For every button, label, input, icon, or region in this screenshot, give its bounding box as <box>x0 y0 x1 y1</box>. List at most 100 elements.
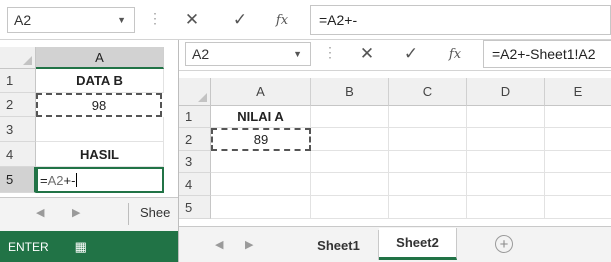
sheet-tab-sheet1[interactable]: Sheet1 <box>299 230 379 260</box>
column-header-a[interactable]: A <box>211 78 311 106</box>
front-cell-b2[interactable] <box>311 128 389 151</box>
front-formula-text: =A2+-Sheet1!A2 <box>492 46 596 62</box>
column-label: C <box>422 84 433 99</box>
front-cell-b1[interactable] <box>311 106 389 128</box>
back-formula-text: =A2+- <box>319 12 358 28</box>
enter-check-icon[interactable]: ✓ <box>397 42 425 66</box>
column-header-c[interactable]: C <box>389 78 467 106</box>
column-header-e[interactable]: E <box>545 78 611 106</box>
row-number: 2 <box>185 131 193 147</box>
front-cell-b3[interactable] <box>311 151 389 173</box>
scroll-tabs-left-icon[interactable]: ◀ <box>215 238 223 251</box>
row-number: 3 <box>6 121 14 137</box>
row-number: 1 <box>6 73 14 88</box>
front-cell-c3[interactable] <box>389 151 467 173</box>
row-header-5[interactable]: 5 <box>179 196 211 219</box>
front-cell-e1[interactable] <box>545 106 611 128</box>
sheet-tab-sheet2[interactable]: Sheet2 <box>379 228 457 260</box>
back-name-box-value: A2 <box>14 12 32 28</box>
text-caret <box>76 173 78 187</box>
row-number: 3 <box>185 154 193 169</box>
sheet-tab-label: Shee <box>140 205 171 220</box>
insert-function-icon[interactable]: fx <box>441 42 469 66</box>
select-all-corner[interactable] <box>179 78 211 106</box>
column-header-b[interactable]: B <box>311 78 389 106</box>
front-cell-a1[interactable]: NILAI A <box>211 106 311 128</box>
front-name-box[interactable]: A2 ▼ <box>185 42 311 66</box>
back-cell-a4[interactable]: HASIL <box>36 142 164 167</box>
front-cell-c2[interactable] <box>389 128 467 151</box>
back-formula-input[interactable]: =A2+- <box>310 5 611 35</box>
row-header-3[interactable]: 3 <box>179 151 211 173</box>
row-number: 5 <box>6 172 14 187</box>
scroll-tabs-right-icon[interactable]: ▶ <box>245 238 253 251</box>
row-header-3[interactable]: 3 <box>0 117 36 142</box>
cell-value: DATA B <box>76 73 123 88</box>
select-all-corner[interactable] <box>0 47 36 69</box>
back-cell-a1[interactable]: DATA B <box>36 69 164 93</box>
front-cell-c1[interactable] <box>389 106 467 128</box>
scroll-tabs-right-icon[interactable]: ▶ <box>72 206 80 219</box>
back-name-box[interactable]: A2 ▼ <box>7 7 135 33</box>
more-options-icon: ⋮ <box>148 10 162 26</box>
row-header-4[interactable]: 4 <box>179 173 211 196</box>
cell-reference: A2 <box>47 172 64 188</box>
sheet-tab-label: Sheet1 <box>317 237 360 253</box>
more-options-icon: ⋮ <box>323 44 337 60</box>
front-cell-a3[interactable] <box>211 151 311 173</box>
row-header-5[interactable]: 5 <box>0 167 36 193</box>
front-cell-e2[interactable] <box>545 128 611 151</box>
front-cell-d2[interactable] <box>467 128 545 151</box>
front-cell-d3[interactable] <box>467 151 545 173</box>
front-cell-a4[interactable] <box>211 173 311 196</box>
front-cell-d5[interactable] <box>467 196 545 219</box>
column-label: E <box>573 84 583 99</box>
cell-value: NILAI A <box>237 109 284 124</box>
front-cell-a5[interactable] <box>211 196 311 219</box>
front-cell-e3[interactable] <box>545 151 611 173</box>
front-cell-d1[interactable] <box>467 106 545 128</box>
cell-value: 98 <box>91 97 107 113</box>
row-header-1[interactable]: 1 <box>179 106 211 128</box>
front-cell-d4[interactable] <box>467 173 545 196</box>
row-header-2[interactable]: 2 <box>0 93 36 117</box>
formula-bar-divider <box>179 70 611 71</box>
formula-equals: = <box>40 172 48 188</box>
front-cell-a2[interactable]: 89 <box>211 128 311 151</box>
row-header-1[interactable]: 1 <box>0 69 36 93</box>
cell-value: HASIL <box>80 146 119 162</box>
macro-recording-icon[interactable]: ▦ <box>75 239 87 255</box>
front-cell-b5[interactable] <box>311 196 389 219</box>
front-cell-c4[interactable] <box>389 173 467 196</box>
column-label: A <box>95 49 104 65</box>
row-header-4[interactable]: 4 <box>0 142 36 167</box>
enter-check-icon[interactable]: ✓ <box>226 8 254 32</box>
scroll-tabs-left-icon[interactable]: ◀ <box>36 206 44 219</box>
cell-value: 89 <box>253 132 269 147</box>
status-mode: ENTER <box>8 239 49 254</box>
chevron-down-icon[interactable]: ▼ <box>117 15 126 25</box>
back-active-cell-a5[interactable]: = A2 +- <box>36 167 164 193</box>
front-formula-input[interactable]: =A2+-Sheet1!A2 <box>483 40 611 68</box>
column-header-a[interactable]: A <box>36 47 164 69</box>
column-header-d[interactable]: D <box>467 78 545 106</box>
back-sheet-tab[interactable]: Shee <box>140 205 170 220</box>
chevron-down-icon[interactable]: ▼ <box>293 49 302 59</box>
front-name-box-value: A2 <box>192 46 210 62</box>
front-cell-b4[interactable] <box>311 173 389 196</box>
insert-function-icon[interactable]: fx <box>268 8 296 32</box>
tab-divider <box>128 203 129 225</box>
back-cell-a3[interactable] <box>36 117 164 142</box>
front-cell-c5[interactable] <box>389 196 467 219</box>
cancel-icon[interactable]: ✕ <box>178 8 206 32</box>
add-sheet-icon[interactable]: + <box>495 235 513 253</box>
row-header-2[interactable]: 2 <box>179 128 211 151</box>
column-label: D <box>500 84 511 99</box>
cancel-icon[interactable]: ✕ <box>353 42 381 66</box>
front-cell-e4[interactable] <box>545 173 611 196</box>
back-cell-a2[interactable]: 98 <box>36 93 162 117</box>
front-cell-e5[interactable] <box>545 196 611 219</box>
sheet-tab-label: Sheet2 <box>396 235 439 250</box>
row-number: 1 <box>185 109 193 124</box>
fx-label: fx <box>448 46 462 62</box>
